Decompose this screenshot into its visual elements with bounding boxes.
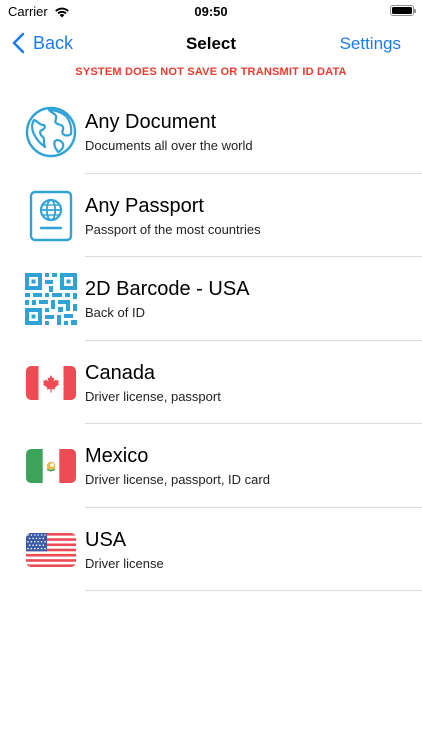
list-item-subtitle: Documents all over the world	[85, 138, 253, 153]
row-divider	[85, 590, 422, 591]
list-item-subtitle: Driver license, passport	[85, 388, 221, 404]
list-item-title: Any Document	[85, 111, 217, 133]
list-item-mexico[interactable]: Mexico Driver license, passport, ID card	[0, 424, 422, 508]
qr-code-icon	[25, 273, 77, 325]
list-item-any-document[interactable]: Any Document Documents all over the worl…	[0, 90, 422, 174]
globe-icon	[25, 106, 77, 158]
battery-level-fill	[392, 7, 412, 14]
passport-icon	[25, 190, 77, 242]
list-item-title: Any Passport	[85, 194, 204, 217]
canada-flag-icon	[25, 357, 77, 409]
document-type-list: Any Document Documents all over the worl…	[0, 90, 422, 591]
list-item-title: Canada	[85, 361, 156, 384]
list-item-title: USA	[85, 528, 127, 551]
list-item-2d-barcode-usa[interactable]: 2D Barcode - USA Back of ID	[0, 257, 422, 341]
status-time: 09:50	[194, 4, 228, 19]
mexico-flag-icon	[25, 440, 77, 492]
status-bar: Carrier 09:50	[0, 0, 422, 22]
list-item-canada[interactable]: Canada Driver license, passport	[0, 341, 422, 424]
list-item-any-passport[interactable]: Any Passport Passport of the most countr…	[0, 174, 422, 257]
list-item-subtitle: Driver license	[85, 555, 164, 571]
list-item-subtitle: Back of ID	[85, 305, 145, 320]
list-item-title: Mexico	[85, 445, 149, 467]
list-item-subtitle: Passport of the most countries	[85, 221, 261, 237]
privacy-warning: SYSTEM DOES NOT SAVE OR TRANSMIT ID DATA	[75, 66, 347, 78]
list-item-subtitle: Driver license, passport, ID card	[85, 472, 270, 487]
usa-flag-icon	[25, 524, 77, 576]
list-item-usa[interactable]: USA Driver license	[0, 508, 422, 591]
settings-button[interactable]: Settings	[340, 34, 401, 54]
battery-icon	[390, 5, 416, 16]
list-item-title: 2D Barcode - USA	[85, 278, 250, 300]
navigation-bar: Back Select Settings	[0, 26, 422, 62]
